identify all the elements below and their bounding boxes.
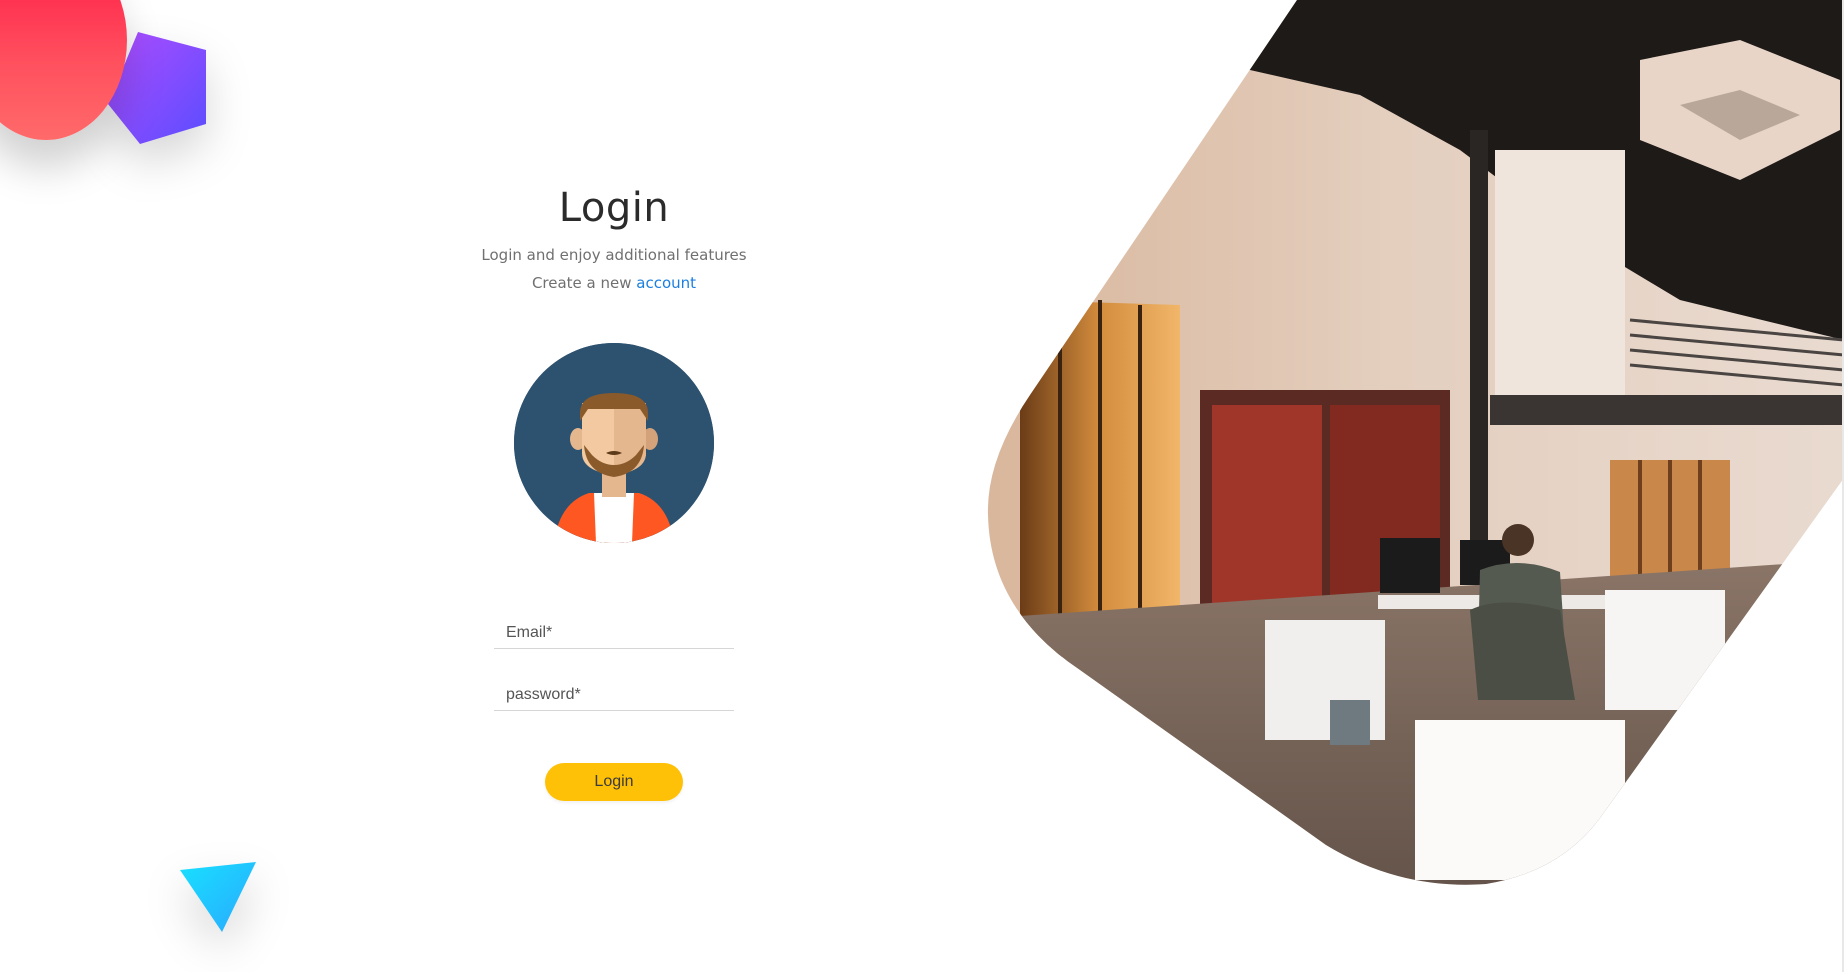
password-field[interactable]	[494, 679, 734, 711]
create-account-line: Create a new account	[464, 272, 764, 294]
login-button[interactable]: Login	[545, 763, 683, 801]
office-hero-image	[987, 0, 1844, 885]
user-avatar-icon	[514, 343, 714, 543]
login-page: Login Login and enjoy additional feature…	[0, 0, 1844, 972]
cyan-triangle-decoration	[180, 862, 256, 932]
login-subtitle: Login and enjoy additional features	[481, 246, 747, 264]
create-account-prefix: Create a new	[531, 274, 637, 292]
page-title: Login	[558, 185, 670, 231]
email-field[interactable]	[494, 617, 734, 649]
create-account-link[interactable]: account	[636, 274, 696, 292]
login-panel: Login Login and enjoy additional feature…	[464, 180, 764, 801]
